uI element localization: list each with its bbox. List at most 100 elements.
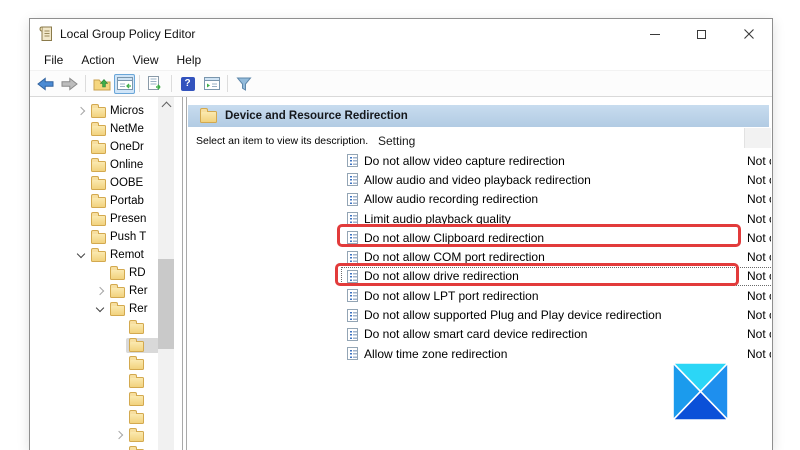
menu-bar: File Action View Help xyxy=(30,49,772,71)
setting-state: Not configured xyxy=(747,288,771,303)
forward-icon xyxy=(61,76,78,91)
filter-icon xyxy=(235,77,252,91)
policy-setting-row[interactable]: Allow time zone redirectionNot configure… xyxy=(341,344,771,363)
tree-item-online[interactable]: Online xyxy=(30,156,158,174)
setting-state: Not configured xyxy=(747,192,771,207)
policy-icon xyxy=(347,327,358,341)
back-button[interactable] xyxy=(34,73,57,95)
minimize-icon xyxy=(649,33,660,35)
state-column-header[interactable] xyxy=(744,128,771,148)
help-icon: ? xyxy=(180,76,195,91)
setting-column-header[interactable]: Setting xyxy=(378,134,415,148)
scroll-up-button[interactable] xyxy=(158,97,174,112)
help-button[interactable]: ? xyxy=(176,73,199,95)
folder-icon xyxy=(129,373,144,388)
description-hint: Select an item to view its description. xyxy=(196,135,369,147)
folder-icon xyxy=(110,265,125,280)
toolbar: ? xyxy=(30,71,772,97)
setting-state: Not configured xyxy=(747,211,771,226)
window-title: Local Group Policy Editor xyxy=(60,27,196,41)
tree-item-portable[interactable]: Portab xyxy=(30,192,158,210)
extended-view-button[interactable] xyxy=(200,73,223,95)
tree-item-device-and-resource-redirection[interactable] xyxy=(30,336,158,354)
back-icon xyxy=(37,76,54,91)
scrollbar-thumb[interactable] xyxy=(158,259,174,349)
policy-icon xyxy=(347,154,358,168)
menu-action[interactable]: Action xyxy=(72,51,123,69)
folder-icon xyxy=(129,409,144,424)
folder-icon xyxy=(91,229,106,244)
up-one-level-button[interactable] xyxy=(90,73,113,95)
tree-item-sub-7[interactable] xyxy=(30,426,158,444)
policy-icon xyxy=(347,308,358,322)
setting-state: Not configured xyxy=(747,327,771,342)
setting-state: Not configured xyxy=(747,250,771,265)
maximize-button[interactable] xyxy=(678,19,725,49)
policy-setting-row[interactable]: Do not allow video capture redirection No… xyxy=(341,151,771,170)
folder-icon xyxy=(110,283,125,298)
folder-icon xyxy=(129,319,144,334)
panel-splitter[interactable] xyxy=(182,97,187,450)
tree-item-sub-1[interactable] xyxy=(30,318,158,336)
tree-scrollbar[interactable] xyxy=(158,97,174,450)
tree-item-push[interactable]: Push T xyxy=(30,228,158,246)
tree-item-sub-4[interactable] xyxy=(30,372,158,390)
tree-item-microsoft[interactable]: Micros xyxy=(30,102,158,120)
tree-item-remote-2[interactable]: Rer xyxy=(30,300,158,318)
folder-icon xyxy=(91,175,106,190)
setting-state: Not configured xyxy=(747,153,771,168)
group-header-band: Device and Resource Redirection xyxy=(188,105,769,127)
folder-icon xyxy=(129,355,144,370)
console-tree-panel: Micros NetMe OneDr Online OOBE Portab Pr… xyxy=(30,97,182,450)
folder-icon xyxy=(91,139,106,154)
policy-setting-row[interactable]: Allow audio and video playback redirecti… xyxy=(341,170,771,189)
tree-item-remote-desktop-services[interactable]: Remot xyxy=(30,246,158,264)
policy-setting-row[interactable]: Allow audio recording redirectionNot con… xyxy=(341,190,771,209)
close-button[interactable] xyxy=(725,19,772,49)
toolbar-separator xyxy=(139,75,140,92)
folder-icon xyxy=(91,103,106,118)
annotation-highlight-clipboard-redirection xyxy=(337,224,741,247)
export-list-icon xyxy=(148,76,161,90)
folder-icon xyxy=(129,427,144,442)
menu-view[interactable]: View xyxy=(124,51,168,69)
console-tree-icon xyxy=(116,77,133,90)
policy-setting-row[interactable]: Do not allow LPT port redirectionNot con… xyxy=(341,286,771,305)
tree-item-netmeeting[interactable]: NetMe xyxy=(30,120,158,138)
folder-icon xyxy=(129,391,144,406)
tree-item-sub-5[interactable] xyxy=(30,390,158,408)
tree-item-presentation[interactable]: Presen xyxy=(30,210,158,228)
toolbar-separator xyxy=(171,75,172,92)
folder-icon xyxy=(91,121,106,136)
forward-button[interactable] xyxy=(58,73,81,95)
export-list-button[interactable] xyxy=(144,73,167,95)
tree-item-remote-1[interactable]: Rer xyxy=(30,282,158,300)
tree-item-sub-6[interactable] xyxy=(30,408,158,426)
filter-button[interactable] xyxy=(232,73,255,95)
tree-item-oobe[interactable]: OOBE xyxy=(30,174,158,192)
setting-state: Not configured xyxy=(747,269,771,284)
tree-item-rd[interactable]: RD xyxy=(30,264,158,282)
menu-help[interactable]: Help xyxy=(168,51,211,69)
title-bar[interactable]: Local Group Policy Editor xyxy=(30,19,772,49)
policy-setting-row[interactable]: Do not allow smart card device redirecti… xyxy=(341,325,771,344)
show-console-tree-button[interactable] xyxy=(114,73,135,94)
setting-state: Not configured xyxy=(747,346,771,361)
close-icon xyxy=(743,29,754,39)
expander-icon[interactable] xyxy=(73,104,88,118)
tree-item-sub-8[interactable] xyxy=(30,444,158,450)
folder-icon xyxy=(91,193,106,208)
tree-item-sub-3[interactable] xyxy=(30,354,158,372)
group-title: Device and Resource Redirection xyxy=(225,110,408,122)
tree-item-onedrive[interactable]: OneDr xyxy=(30,138,158,156)
policy-icon xyxy=(347,347,358,361)
minimize-button[interactable] xyxy=(631,19,678,49)
folder-icon xyxy=(91,157,106,172)
policy-setting-row[interactable]: Do not allow supported Plug and Play dev… xyxy=(341,305,771,324)
expander-icon[interactable] xyxy=(111,428,126,442)
expander-icon[interactable] xyxy=(92,302,107,316)
expander-icon[interactable] xyxy=(92,284,107,298)
chevron-up-icon xyxy=(161,101,171,111)
menu-file[interactable]: File xyxy=(35,51,72,69)
expander-icon[interactable] xyxy=(73,248,88,262)
